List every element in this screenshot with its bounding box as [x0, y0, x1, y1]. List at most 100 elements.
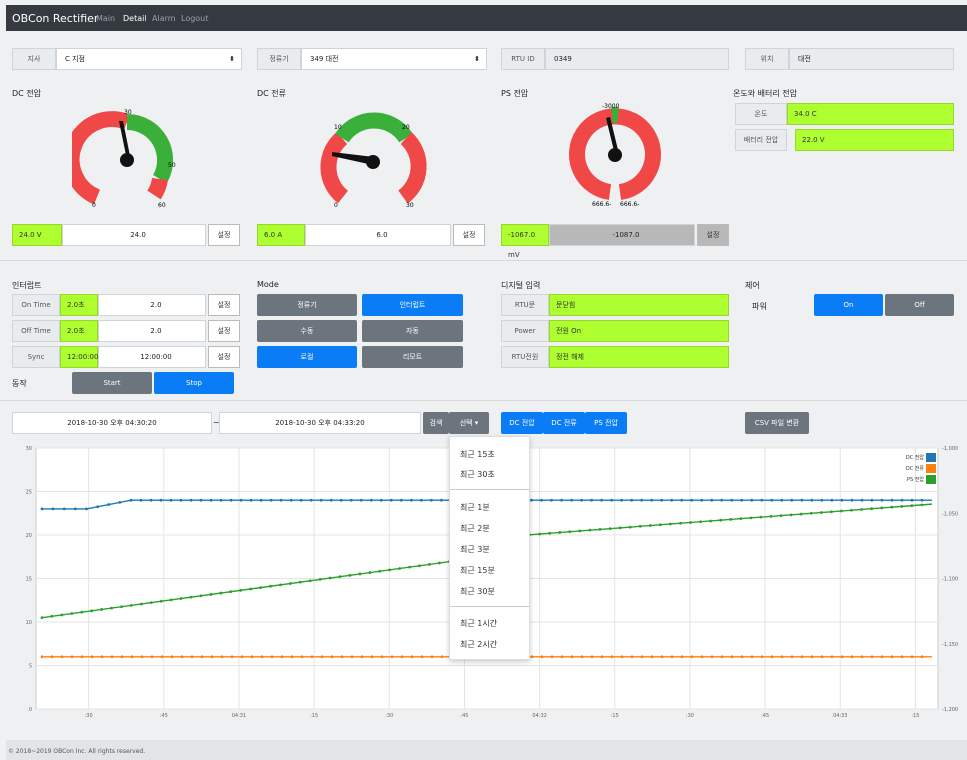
start-button[interactable]: Start	[72, 372, 152, 394]
mode-auto-button[interactable]: 자동	[362, 320, 463, 342]
dropdown-item[interactable]: 최근 2분	[450, 523, 530, 534]
mode-manual-button[interactable]: 수동	[257, 320, 357, 342]
x-tick-label: :45	[761, 713, 769, 718]
series-point	[789, 513, 793, 517]
series-point	[229, 590, 233, 594]
series-point	[150, 655, 154, 659]
dc-current-gauge: 10 20 30 0	[320, 112, 427, 209]
series-point	[280, 655, 284, 659]
ps-voltage-readout: -1067.0 mV	[501, 224, 549, 259]
dropdown-item[interactable]: 최근 1분	[450, 502, 530, 513]
toggle-dc-voltage-button[interactable]: DC 전압	[501, 412, 543, 434]
dropdown-item[interactable]: 최근 3분	[450, 544, 530, 555]
branch-select[interactable]: C 지점 ⬍	[56, 48, 242, 70]
legend-label: DC 전압	[906, 454, 925, 461]
dc-current-set-button[interactable]: 설정	[453, 224, 485, 246]
end-datetime-input[interactable]: 2018-10-30 오후 04:33:20	[219, 412, 421, 434]
series-point	[890, 505, 894, 509]
series-point	[100, 655, 104, 659]
series-point	[260, 655, 264, 659]
mode-remote-button[interactable]: 리모트	[362, 346, 463, 368]
mode-rectifier-button[interactable]: 정류기	[257, 294, 357, 316]
rtu-id-field: 0349	[545, 48, 729, 70]
y2-tick-label: -1,050	[942, 511, 958, 517]
interrupt-row-input[interactable]: 2.0	[98, 320, 206, 342]
series-point	[419, 498, 423, 502]
power-on-button[interactable]: On	[814, 294, 883, 316]
series-point	[319, 498, 323, 502]
dc-voltage-set-button[interactable]: 설정	[208, 224, 240, 246]
dropdown-item[interactable]: 최근 1시간	[450, 618, 530, 629]
dropdown-item[interactable]: 최근 15분	[450, 565, 530, 576]
brand-logo[interactable]: OBCon Rectifier	[12, 12, 98, 25]
legend-swatch	[926, 464, 936, 473]
series-point	[440, 655, 444, 659]
toggle-ps-voltage-button[interactable]: PS 전압	[585, 412, 627, 434]
interrupt-row-set-button[interactable]: 설정	[208, 346, 240, 368]
x-tick-label: 04:33	[833, 713, 847, 718]
series-point	[840, 498, 844, 502]
gauge-red-arc	[397, 132, 427, 204]
branch-value: C 지점	[65, 55, 85, 63]
dropdown-item[interactable]: 최근 30초	[450, 469, 530, 480]
dc-current-readout: 6.0 A	[257, 224, 305, 246]
series-point	[437, 561, 441, 565]
footer-bar	[6, 740, 967, 760]
interrupt-row-set-button[interactable]: 설정	[208, 320, 240, 342]
interrupt-row-set-button[interactable]: 설정	[208, 294, 240, 316]
toggle-dc-current-button[interactable]: DC 전류	[543, 412, 585, 434]
series-point	[660, 498, 664, 502]
series-point	[329, 498, 333, 502]
series-point	[910, 498, 914, 502]
series-point	[439, 498, 443, 502]
dc-voltage-input[interactable]: 24.0	[62, 224, 206, 246]
series-point	[780, 655, 784, 659]
csv-export-button[interactable]: CSV 파일 변환	[745, 412, 809, 434]
series-point	[550, 655, 554, 659]
gauge-red-arc	[72, 111, 130, 205]
series-point	[530, 655, 534, 659]
series-point	[40, 616, 44, 620]
series-point	[62, 507, 66, 511]
dc-current-input[interactable]: 6.0	[305, 224, 451, 246]
series-point	[829, 510, 833, 514]
nav-alarm[interactable]: Alarm	[152, 14, 176, 23]
series-point	[279, 498, 283, 502]
series-point	[140, 655, 144, 659]
power-off-button[interactable]: Off	[885, 294, 954, 316]
search-button[interactable]: 검색	[423, 412, 449, 434]
nav-logout[interactable]: Logout	[181, 14, 208, 23]
series-point	[790, 498, 794, 502]
nav-main[interactable]: Main	[96, 14, 115, 23]
dropdown-item[interactable]: 최근 2시간	[450, 639, 530, 650]
start-datetime-input[interactable]: 2018-10-30 오후 04:30:20	[12, 412, 212, 434]
series-point	[618, 526, 622, 530]
series-point	[699, 520, 702, 524]
interrupt-row-input[interactable]: 12:00:00	[98, 346, 206, 368]
series-point	[60, 613, 64, 617]
series-point	[540, 498, 543, 502]
preset-select-button[interactable]: 선택 ▾	[449, 412, 489, 434]
dropdown-item[interactable]: 최근 30분	[450, 586, 530, 597]
series-point	[598, 527, 602, 531]
x-tick-label: :45	[160, 713, 168, 718]
x-tick-label: :30	[85, 713, 93, 718]
series-point	[239, 588, 243, 592]
series-point	[799, 512, 803, 516]
gauge-red-arc	[147, 177, 168, 200]
series-point	[530, 498, 533, 502]
ps-voltage-set-button: 설정	[697, 224, 729, 246]
interrupt-row-input[interactable]: 2.0	[98, 294, 206, 316]
stop-button[interactable]: Stop	[154, 372, 234, 394]
digital-input-label: RTU문	[501, 294, 549, 316]
mode-interrupt-button[interactable]: 인터럽트	[362, 294, 463, 316]
rectifier-select[interactable]: 349 대전 ⬍	[301, 48, 487, 70]
battery-label: 배터리 전압	[735, 129, 787, 151]
series-point	[550, 498, 553, 502]
dropdown-item[interactable]: 최근 15초	[450, 449, 530, 460]
digital-input-value: 문닫힘	[549, 294, 729, 316]
mode-local-button[interactable]: 로컬	[257, 346, 357, 368]
nav-detail[interactable]: Detail	[123, 14, 147, 23]
series-point	[729, 518, 733, 521]
gauge-green-arc	[126, 113, 174, 183]
